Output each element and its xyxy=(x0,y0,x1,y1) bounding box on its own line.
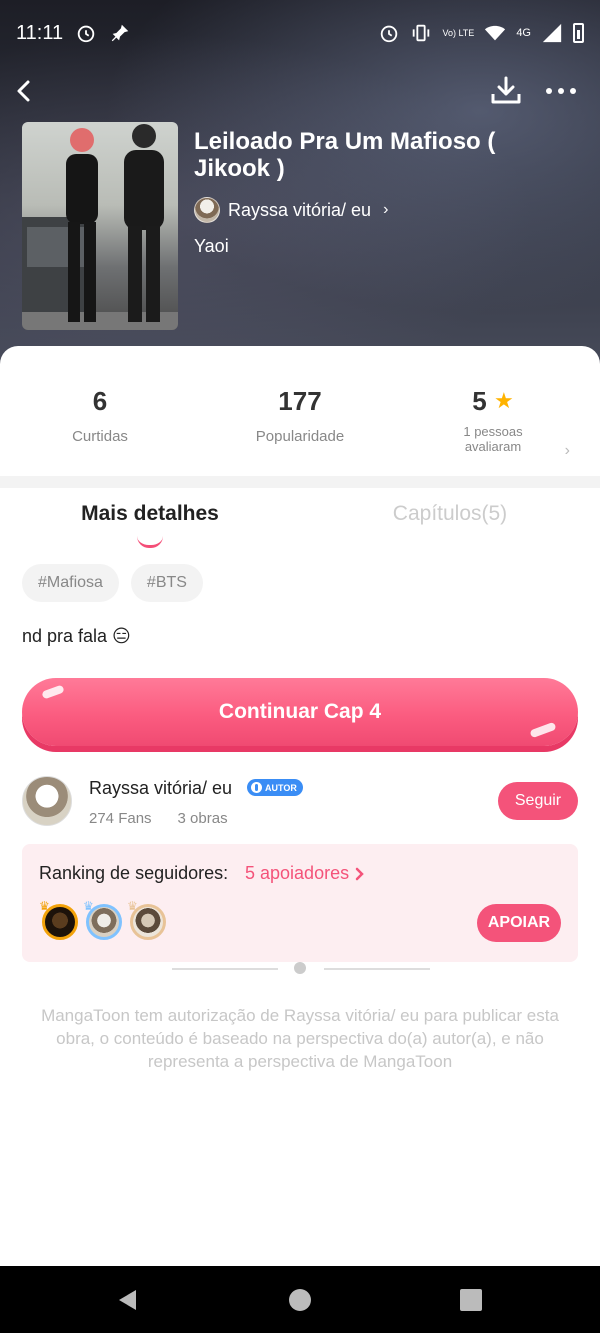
follow-button[interactable]: Seguir xyxy=(498,782,578,820)
volte-icon: Vo) LTE xyxy=(442,27,475,38)
popularity-stat: 177 Popularidade xyxy=(200,386,400,445)
supporters-ranking: Ranking de seguidores: 5 apoiadores ♛ ♛ … xyxy=(22,844,578,962)
alarm-icon xyxy=(77,25,95,43)
supporter-avatar[interactable]: ♛ xyxy=(83,899,122,940)
back-arrow-icon[interactable] xyxy=(8,74,42,108)
pager-dot xyxy=(294,962,306,974)
ranking-title: Ranking de seguidores: xyxy=(39,863,229,883)
pager-line xyxy=(324,968,430,970)
download-icon[interactable] xyxy=(488,74,524,108)
author-name: Rayssa vitória/ eu xyxy=(228,199,372,220)
alarm-icon xyxy=(381,25,398,43)
network-type: 4G xyxy=(516,26,531,39)
details-card: 6 Curtidas 177 Popularidade 5 ★ 1 pessoa… xyxy=(0,346,600,1266)
likes-stat: 6 Curtidas xyxy=(0,386,200,445)
author-meta: 274 Fans 3 obras xyxy=(89,810,228,827)
nav-home-icon[interactable] xyxy=(289,1289,311,1311)
rating-stat[interactable]: 5 ★ 1 pessoas avaliaram xyxy=(398,386,588,454)
nav-back-icon[interactable] xyxy=(116,1288,140,1312)
system-nav-bar xyxy=(0,1266,600,1333)
battery-icon xyxy=(573,23,584,43)
tab-chapters[interactable]: Capítulos(5) xyxy=(300,502,600,526)
likes-value: 6 xyxy=(92,386,108,416)
author-badge-label: AUTOR xyxy=(265,782,297,793)
button-gloss xyxy=(529,721,557,739)
supporter-avatars: ♛ ♛ ♛ xyxy=(39,899,166,940)
rating-value: 5 xyxy=(472,386,487,416)
tag-bts[interactable]: #BTS xyxy=(130,564,203,602)
more-options-icon[interactable] xyxy=(540,74,582,108)
popularity-value: 177 xyxy=(278,386,322,416)
chevron-right-icon xyxy=(355,867,364,880)
active-tab-indicator xyxy=(137,536,163,548)
tab-bar: Mais detalhes Capítulos(5) xyxy=(0,502,600,548)
author-avatar-small xyxy=(194,197,220,223)
author-badge: AUTOR xyxy=(247,779,303,796)
nav-recents-icon[interactable] xyxy=(460,1289,482,1311)
copyright-disclaimer: MangaToon tem autorização de Rayssa vitó… xyxy=(41,1006,559,1071)
book-title: Leiloado Pra Um Mafioso ( Jikook ) xyxy=(194,128,496,182)
tab-details[interactable]: Mais detalhes xyxy=(0,502,300,526)
book-description: nd pra fala 😑 xyxy=(22,626,131,646)
author-card: Rayssa vitória/ eu AUTOR 274 Fans 3 obra… xyxy=(22,774,578,834)
vibrate-icon xyxy=(413,24,430,42)
rating-label: 1 pessoas avaliaram xyxy=(463,424,523,454)
author-link[interactable]: Rayssa vitória/ eu › xyxy=(194,196,388,224)
popularity-label: Popularidade xyxy=(255,428,345,445)
pager-line xyxy=(172,968,278,970)
supporters-link[interactable]: 5 apoiadores xyxy=(245,863,365,884)
book-cover[interactable] xyxy=(22,122,178,330)
wifi-icon xyxy=(485,25,506,41)
status-bar: 11:11 Vo) LTE 4G xyxy=(0,0,600,66)
star-icon: ★ xyxy=(493,388,514,413)
section-divider xyxy=(0,476,600,488)
status-time: 11:11 xyxy=(16,21,64,44)
genre-label: Yaoi xyxy=(194,236,229,256)
stats-row: 6 Curtidas 177 Popularidade 5 ★ 1 pessoa… xyxy=(0,386,600,476)
author-avatar[interactable] xyxy=(22,776,72,826)
pin-icon xyxy=(111,24,129,42)
page-indicator xyxy=(172,962,430,974)
author-works: 3 obras xyxy=(177,810,228,827)
continue-label: Continuar Cap 4 xyxy=(218,700,382,723)
signal-icon xyxy=(542,23,562,43)
supporters-link-label: 5 apoiadores xyxy=(245,863,350,883)
cover-illustration xyxy=(22,124,178,330)
tag-mafiosa[interactable]: #Mafiosa xyxy=(22,564,119,602)
author-card-name[interactable]: Rayssa vitória/ eu xyxy=(89,778,232,799)
crown-icon: ♛ xyxy=(83,899,94,913)
button-gloss xyxy=(41,684,65,700)
author-fans: 274 Fans xyxy=(89,810,152,827)
likes-label: Curtidas xyxy=(72,428,128,445)
crown-icon: ♛ xyxy=(39,899,50,913)
top-nav xyxy=(0,70,600,110)
chevron-right-icon[interactable]: › xyxy=(565,442,570,460)
supporter-avatar[interactable]: ♛ xyxy=(127,899,166,940)
supporter-avatar[interactable]: ♛ xyxy=(39,899,78,940)
chevron-right-icon: › xyxy=(383,201,389,218)
tag-list: #Mafiosa #BTS xyxy=(22,564,203,602)
crown-icon: ♛ xyxy=(127,899,138,913)
support-button[interactable]: APOIAR xyxy=(477,904,561,942)
book-header: 11:11 Vo) LTE 4G Leiloado Pra Um Mafioso… xyxy=(0,0,600,370)
badge-icon xyxy=(251,782,262,793)
continue-reading-button[interactable]: Continuar Cap 4 xyxy=(22,678,578,746)
